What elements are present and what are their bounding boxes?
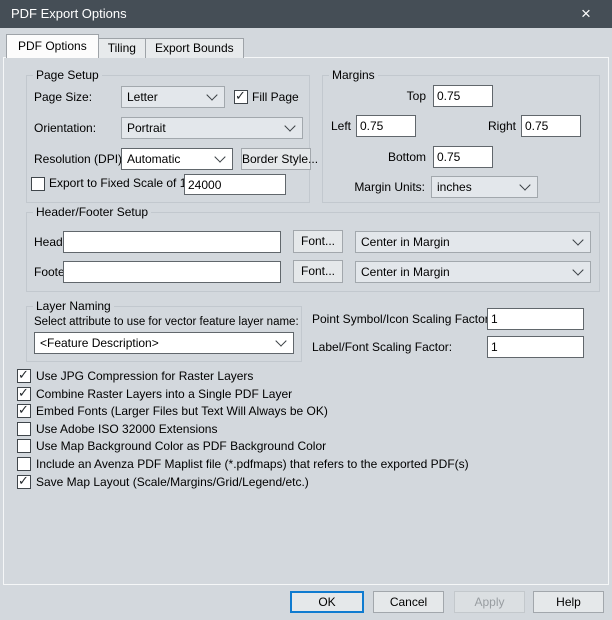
orientation-value: Portrait: [127, 121, 166, 135]
pdf-export-options-dialog: PDF Export Options × PDF Options Tiling …: [0, 0, 612, 620]
resolution-combo[interactable]: Automatic: [121, 148, 233, 170]
margin-units-label: Margin Units:: [349, 176, 425, 198]
page-size-label: Page Size:: [34, 86, 92, 108]
border-style-button[interactable]: Border Style...: [241, 148, 311, 170]
chevron-down-icon: [214, 151, 225, 162]
margin-units-value: inches: [437, 180, 472, 194]
point-scaling-label: Point Symbol/Icon Scaling Factor:: [312, 308, 492, 330]
check-icon: ✓: [18, 386, 29, 400]
margin-right-label: Right: [483, 115, 516, 137]
option-label: Use Adobe ISO 32000 Extensions: [36, 421, 217, 437]
option-checkbox[interactable]: ✓: [17, 387, 31, 401]
margins-legend: Margins: [329, 68, 378, 83]
page-setup-legend: Page Setup: [33, 68, 102, 83]
header-input[interactable]: [63, 231, 281, 253]
page-size-value: Letter: [127, 90, 158, 104]
window-title: PDF Export Options: [11, 0, 127, 28]
margin-top-label: Top: [383, 85, 426, 107]
page-size-combo[interactable]: Letter: [121, 86, 225, 108]
title-bar: PDF Export Options ×: [0, 0, 612, 28]
option-label: Use JPG Compression for Raster Layers: [36, 368, 253, 384]
margin-bottom-label: Bottom: [383, 146, 426, 168]
orientation-combo[interactable]: Portrait: [121, 117, 303, 139]
option-label: Combine Raster Layers into a Single PDF …: [36, 386, 292, 402]
option-label: Use Map Background Color as PDF Backgrou…: [36, 438, 326, 454]
tab-tiling[interactable]: Tiling: [99, 38, 146, 58]
margin-left-input[interactable]: [356, 115, 416, 137]
fill-page-checkbox[interactable]: ✓: [234, 90, 248, 104]
option-label: Save Map Layout (Scale/Margins/Grid/Lege…: [36, 474, 309, 490]
resolution-value: Automatic: [127, 152, 180, 166]
option-checkbox[interactable]: ✓: [17, 422, 31, 436]
check-icon: ✓: [18, 368, 29, 382]
layer-attribute-value: <Feature Description>: [40, 336, 159, 350]
option-checkbox[interactable]: ✓: [17, 457, 31, 471]
chevron-down-icon: [284, 120, 295, 131]
tab-strip: PDF Options Tiling Export Bounds: [6, 34, 244, 58]
help-button[interactable]: Help: [533, 591, 604, 613]
margin-bottom-input[interactable]: [433, 146, 493, 168]
cancel-button[interactable]: Cancel: [373, 591, 444, 613]
fixed-scale-label: Export to Fixed Scale of 1:: [49, 173, 190, 194]
option-label: Embed Fonts (Larger Files but Text Will …: [36, 403, 328, 419]
option-label: Include an Avenza PDF Maplist file (*.pd…: [36, 456, 469, 472]
ok-button[interactable]: OK: [290, 591, 364, 613]
layer-naming-legend: Layer Naming: [33, 299, 114, 314]
header-font-button[interactable]: Font...: [293, 230, 343, 253]
footer-position-value: Center in Margin: [361, 265, 450, 279]
fixed-scale-input[interactable]: [184, 174, 286, 195]
header-footer-legend: Header/Footer Setup: [33, 205, 151, 220]
layer-naming-group: Layer Naming Select attribute to use for…: [26, 306, 302, 362]
point-scaling-input[interactable]: [487, 308, 584, 330]
option-checkbox[interactable]: ✓: [17, 369, 31, 383]
page-setup-group: Page Setup Page Size: Letter ✓ Fill Page…: [26, 75, 310, 203]
check-icon: ✓: [18, 403, 29, 417]
option-checkbox[interactable]: ✓: [17, 439, 31, 453]
apply-button: Apply: [454, 591, 525, 613]
font-scaling-input[interactable]: [487, 336, 584, 358]
check-icon: ✓: [235, 89, 246, 103]
close-icon[interactable]: ×: [572, 0, 600, 28]
chevron-down-icon: [275, 335, 286, 346]
chevron-down-icon: [572, 264, 583, 275]
footer-position-combo[interactable]: Center in Margin: [355, 261, 591, 283]
margin-left-label: Left: [331, 115, 351, 137]
header-footer-group: Header/Footer Setup Header Font... Cente…: [26, 212, 600, 292]
footer-font-button[interactable]: Font...: [293, 260, 343, 283]
layer-attribute-label: Select attribute to use for vector featu…: [34, 314, 299, 330]
layer-attribute-combo[interactable]: <Feature Description>: [34, 332, 294, 354]
chevron-down-icon: [206, 89, 217, 100]
orientation-label: Orientation:: [34, 117, 96, 139]
margins-group: Margins Top Left Right Bottom Margin Uni…: [322, 75, 600, 203]
margin-top-input[interactable]: [433, 85, 493, 107]
header-position-value: Center in Margin: [361, 235, 450, 249]
margin-right-input[interactable]: [521, 115, 581, 137]
option-checkbox[interactable]: ✓: [17, 475, 31, 489]
fixed-scale-checkbox[interactable]: ✓: [31, 177, 45, 191]
footer-input[interactable]: [63, 261, 281, 283]
check-icon: ✓: [18, 474, 29, 488]
resolution-label: Resolution (DPI):: [34, 148, 125, 170]
chevron-down-icon: [572, 234, 583, 245]
option-checkbox[interactable]: ✓: [17, 404, 31, 418]
chevron-down-icon: [519, 179, 530, 190]
header-position-combo[interactable]: Center in Margin: [355, 231, 591, 253]
fill-page-label: Fill Page: [252, 86, 299, 108]
tab-export-bounds[interactable]: Export Bounds: [146, 38, 244, 58]
tab-pdf-options[interactable]: PDF Options: [6, 34, 99, 58]
font-scaling-label: Label/Font Scaling Factor:: [312, 336, 452, 358]
margin-units-combo[interactable]: inches: [431, 176, 538, 198]
